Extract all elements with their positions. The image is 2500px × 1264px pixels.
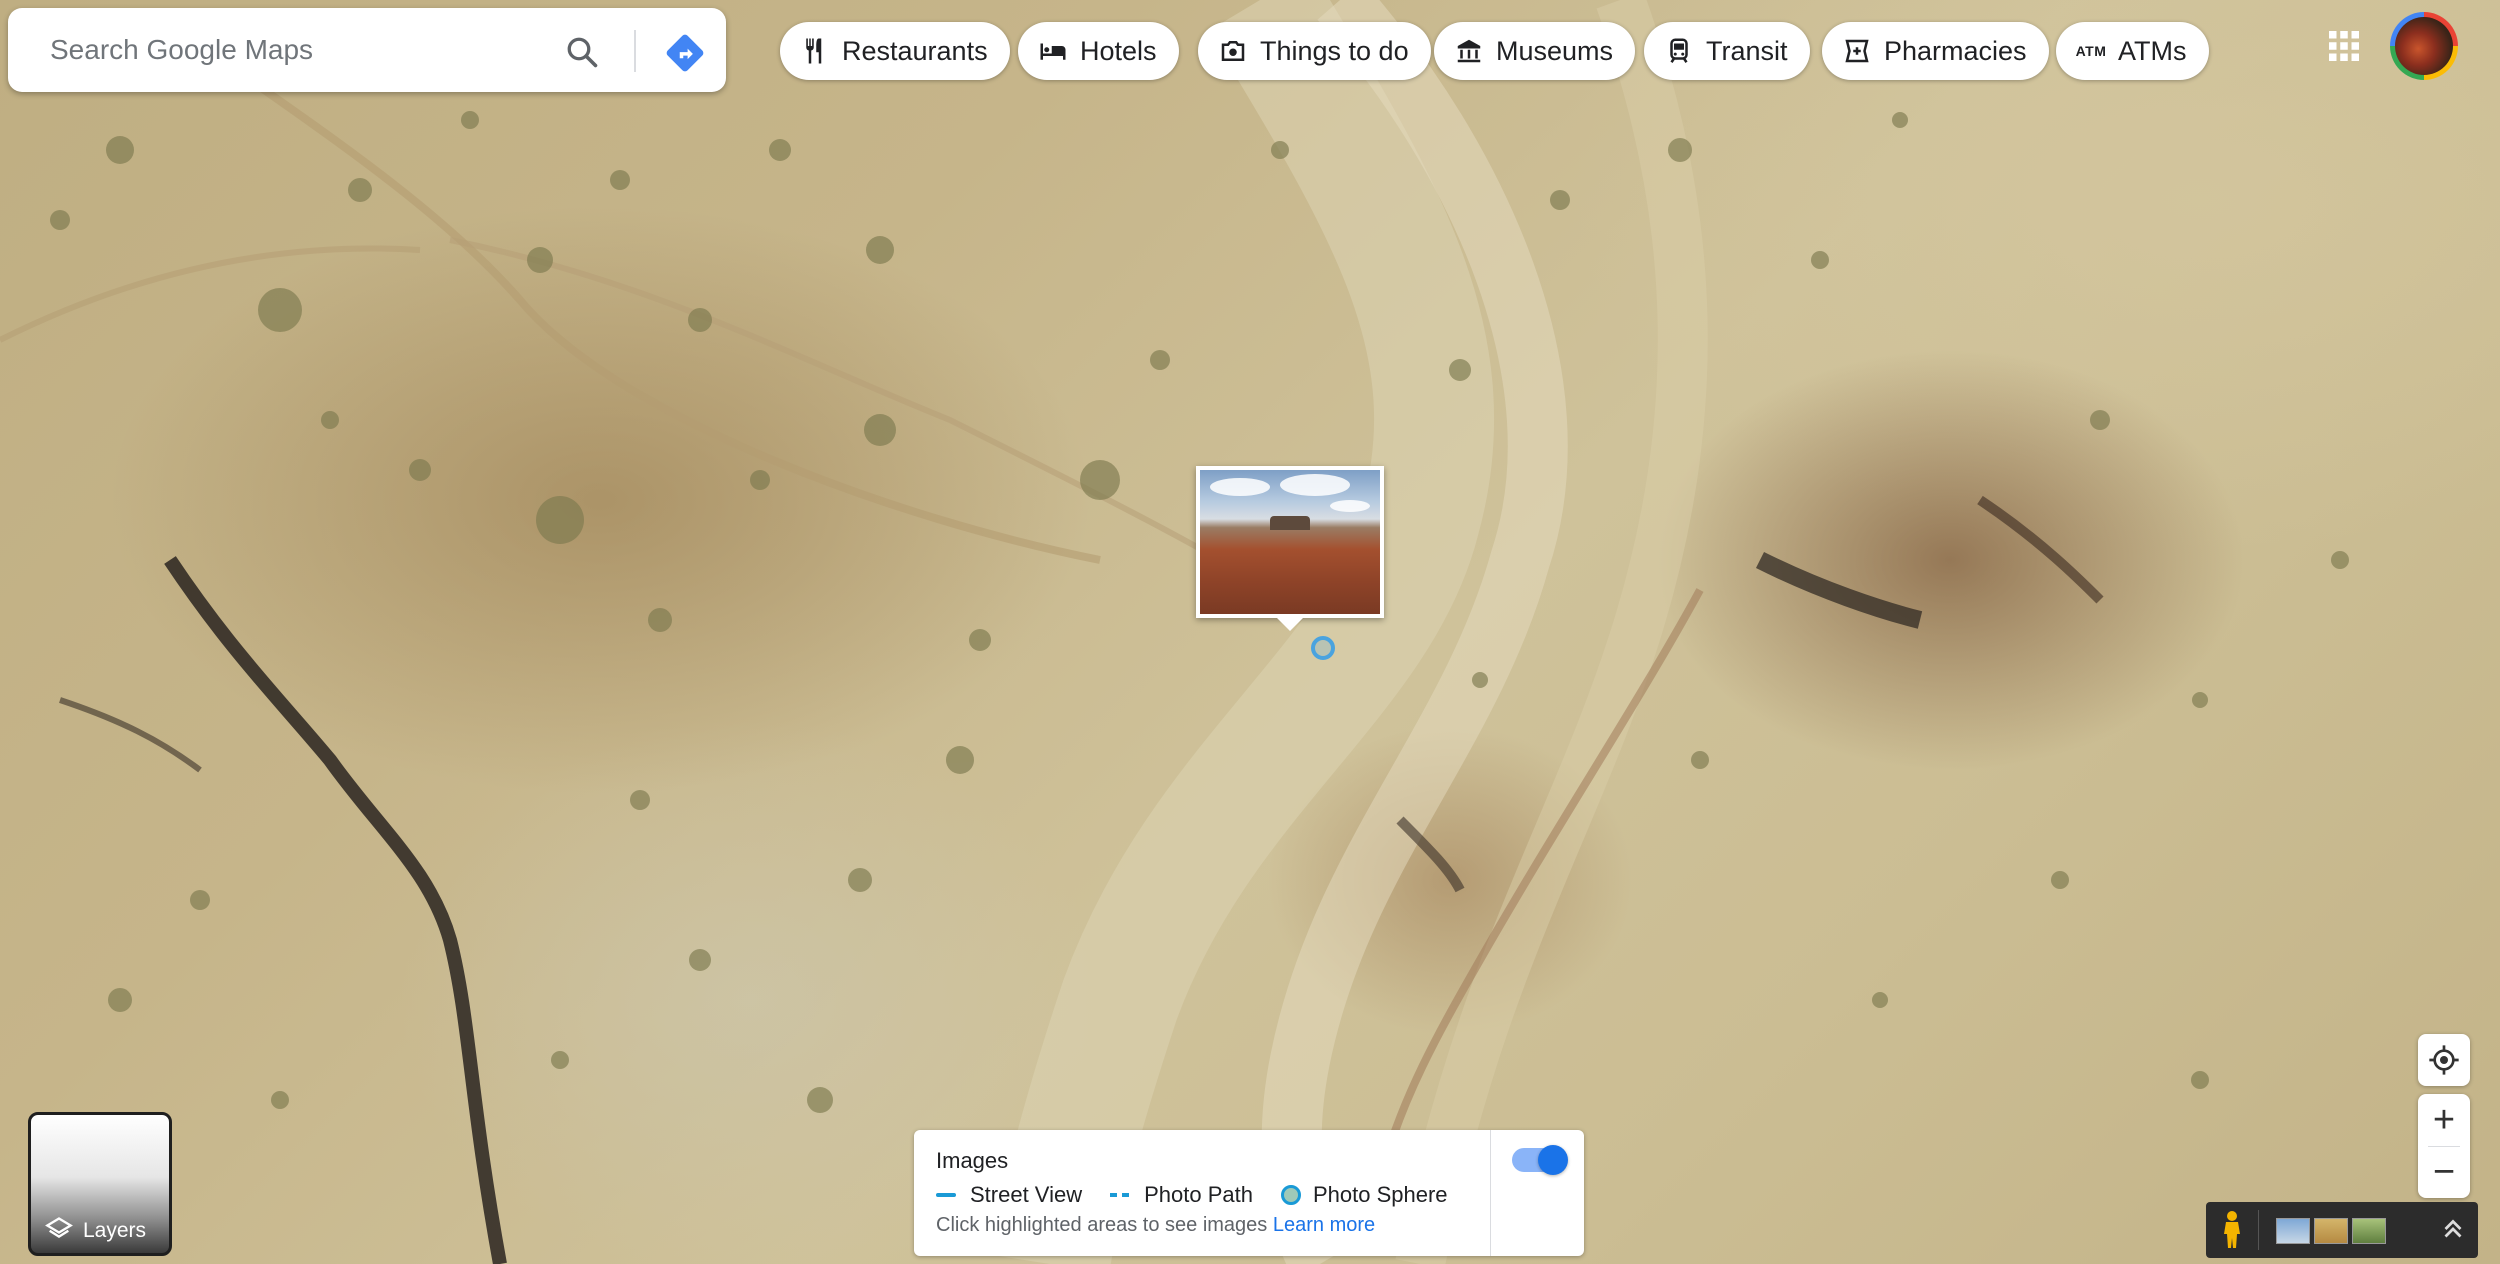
chip-label: Pharmacies	[1884, 35, 2027, 66]
layers-label: Layers	[83, 1219, 147, 1242]
restaurant-icon	[800, 36, 830, 66]
thumbnail-pointer	[1276, 617, 1304, 631]
photo-sphere-marker[interactable]	[1311, 636, 1335, 660]
photo-preview-image	[1200, 470, 1380, 614]
search-box[interactable]: Search Google Maps	[8, 8, 726, 92]
search-divider	[634, 30, 636, 72]
zoom-in-button[interactable]: +	[2418, 1094, 2470, 1146]
photo-sphere-label: Photo Sphere	[1312, 1182, 1448, 1207]
chip-restaurants[interactable]: Restaurants	[780, 22, 1010, 80]
photo-path-swatch	[1110, 1193, 1131, 1197]
street-view-swatch	[936, 1193, 956, 1197]
panel-divider	[1490, 1130, 1491, 1256]
avatar-image	[2395, 17, 2453, 75]
my-location-button[interactable]	[2418, 1034, 2470, 1086]
images-panel-title: Images	[936, 1148, 1009, 1173]
hotel-icon	[1038, 36, 1068, 66]
photo-sphere-swatch	[1280, 1185, 1301, 1205]
chip-label: Hotels	[1080, 35, 1157, 66]
chip-pharmacies[interactable]: Pharmacies	[1822, 22, 2049, 80]
images-hint: Click highlighted areas to see images Le…	[936, 1214, 1375, 1237]
account-avatar[interactable]	[2390, 12, 2458, 80]
images-toggle[interactable]	[1512, 1145, 1568, 1175]
chip-museums[interactable]: Museums	[1434, 22, 1636, 80]
expand-chevron-icon[interactable]	[2438, 1214, 2468, 1244]
terrain-features	[0, 0, 2349, 1264]
pegman-icon[interactable]	[2220, 1210, 2244, 1250]
thumbnail-vegetation[interactable]	[2352, 1218, 2386, 1244]
chip-label: ATMs	[2118, 35, 2187, 66]
zoom-out-button[interactable]: −	[2418, 1146, 2470, 1198]
satellite-map[interactable]	[0, 0, 2500, 1264]
toggle-knob	[1538, 1145, 1568, 1175]
photo-thumbnail[interactable]	[1196, 466, 1384, 631]
chip-label: Museums	[1496, 35, 1614, 66]
thumbnail-terrain[interactable]	[2314, 1218, 2348, 1244]
street-view-label: Street View	[970, 1182, 1083, 1207]
thumbnail-sky[interactable]	[2276, 1218, 2310, 1244]
chip-atms[interactable]: ATM ATMs	[2056, 22, 2209, 80]
camera-icon	[1218, 36, 1248, 66]
images-hint-text: Click highlighted areas to see images	[936, 1214, 1268, 1236]
pharmacy-icon	[1842, 36, 1872, 66]
chip-things-to-do[interactable]: Things to do	[1198, 22, 1431, 80]
chip-hotels[interactable]: Hotels	[1018, 22, 1179, 80]
photo-path-label: Photo Path	[1144, 1182, 1253, 1207]
directions-icon[interactable]	[664, 32, 706, 74]
images-panel: Images Street View Photo Path Photo Sphe…	[914, 1130, 1584, 1256]
strip-divider	[2258, 1210, 2259, 1250]
learn-more-link[interactable]: Learn more	[1273, 1214, 1375, 1236]
chip-label: Things to do	[1260, 35, 1409, 66]
images-legend: Street View Photo Path Photo Sphere	[936, 1182, 1448, 1208]
crosshair-icon	[2429, 1045, 2459, 1075]
transit-icon	[1664, 36, 1694, 66]
museum-icon	[1454, 36, 1484, 66]
search-icon[interactable]	[564, 34, 600, 70]
layers-icon	[45, 1217, 73, 1238]
atm-icon: ATM	[2075, 43, 2107, 59]
search-input[interactable]: Search Google Maps	[50, 8, 313, 92]
zoom-control: + −	[2418, 1094, 2470, 1198]
chip-label: Transit	[1706, 35, 1788, 66]
google-apps-icon[interactable]	[2326, 28, 2362, 64]
layers-button[interactable]: Layers	[28, 1112, 172, 1256]
chip-label: Restaurants	[842, 35, 988, 66]
chip-transit[interactable]: Transit	[1644, 22, 1810, 80]
bottom-controls-strip	[2206, 1202, 2478, 1258]
